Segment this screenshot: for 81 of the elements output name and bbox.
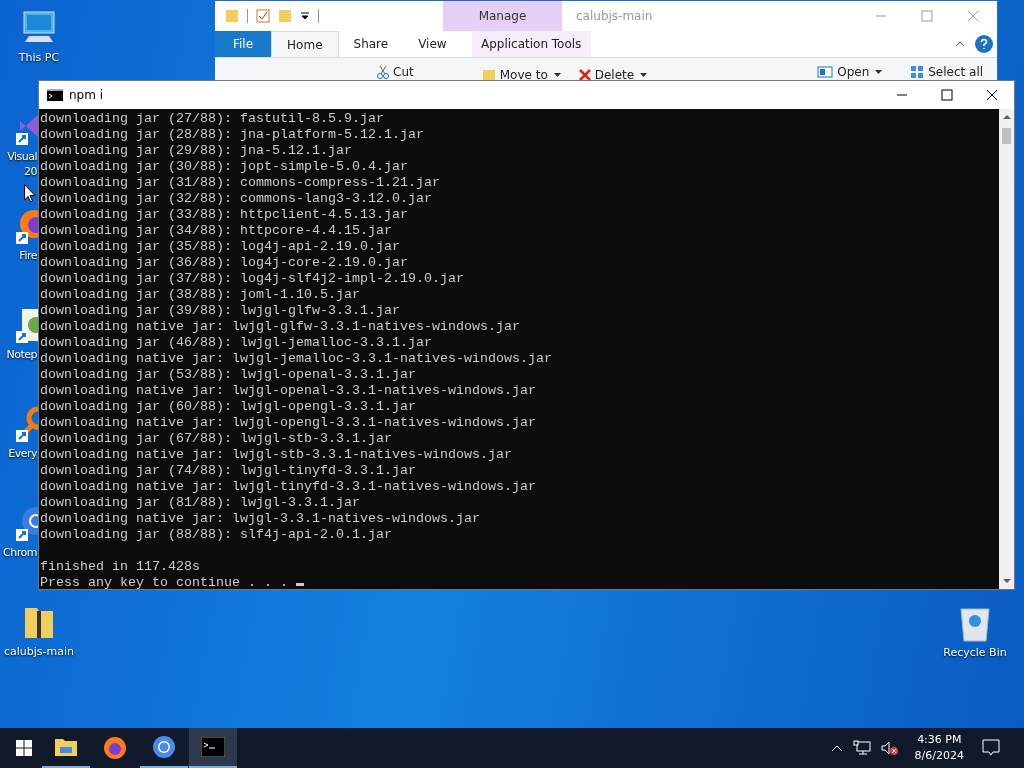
console-line: downloading jar (46/88): lwjgl-jemalloc-3.3.1.jar xyxy=(40,335,432,351)
console-line: downloading jar (38/88): joml-1.10.5.jar xyxy=(40,287,360,303)
console-line: downloading jar (88/88): slf4j-api-2.0.1.jar xyxy=(40,527,392,543)
chevron-up-icon[interactable] xyxy=(830,744,843,752)
text-cursor xyxy=(295,583,304,586)
console-line: Press any key to continue . . . xyxy=(40,575,304,591)
icon-label[interactable]: Recycle Bin xyxy=(943,645,1007,660)
maximize-icon[interactable] xyxy=(941,89,953,101)
ribbon-command[interactable]: Cut xyxy=(377,64,414,80)
close-icon[interactable] xyxy=(986,89,998,101)
start-icon[interactable] xyxy=(16,740,32,756)
ribbon-command[interactable]: Move to xyxy=(481,67,561,83)
console-line: downloading native jar: lwjgl-glfw-3.3.1-natives-windows.jar xyxy=(40,319,520,335)
icon-label[interactable]: Chrom xyxy=(0,545,37,560)
folder-icon xyxy=(225,9,239,23)
console-line: downloading native jar: lwjgl-opengl-3.3.1-natives-windows.jar xyxy=(40,415,536,431)
console-line: downloading jar (36/88): log4j-core-2.19.0.jar xyxy=(40,255,408,271)
icon-label[interactable]: Visual 20 xyxy=(0,149,37,179)
folder-icon xyxy=(481,69,496,81)
scroll-up-icon[interactable] xyxy=(1002,114,1011,120)
window-title: npm i xyxy=(69,88,104,102)
fox-globe-icon xyxy=(103,736,127,760)
scroll-down-icon[interactable] xyxy=(1002,578,1011,584)
ribbon-tab[interactable]: View xyxy=(403,31,462,57)
console-line: downloading jar (29/88): jna-5.12.1.jar xyxy=(40,143,352,159)
icon-label[interactable]: Every xyxy=(0,446,37,461)
dropdown-icon[interactable] xyxy=(300,11,310,21)
checkbox-icon[interactable] xyxy=(256,9,270,23)
console-line: downloading jar (27/88): fastutil-8.5.9.jar xyxy=(40,111,384,127)
console-line: downloading jar (53/88): lwjgl-openal-3.3.1.jar xyxy=(40,367,416,383)
ribbon-command[interactable]: Open xyxy=(817,64,883,80)
console-line: downloading native jar: lwjgl-openal-3.3.1-natives-windows.jar xyxy=(40,383,536,399)
scissors-icon xyxy=(377,65,389,79)
console-line: downloading jar (74/88): lwjgl-tinyfd-3.3.1.jar xyxy=(40,463,416,479)
mouse-pointer-icon xyxy=(24,184,36,203)
console-line: downloading jar (33/88): httpclient-4.5.13.jar xyxy=(40,207,408,223)
notification-icon[interactable] xyxy=(982,739,1000,757)
console-line: downloading native jar: lwjgl-jemalloc-3.3.1-natives-windows.jar xyxy=(40,351,552,367)
console-line: downloading jar (67/88): lwjgl-stb-3.3.1.jar xyxy=(40,431,392,447)
console-line: downloading native jar: lwjgl-tinyfd-3.3.1-natives-windows.jar xyxy=(40,479,536,495)
clock-date[interactable]: 8/6/2024 xyxy=(914,748,964,764)
ribbon-command[interactable]: Delete xyxy=(578,67,648,83)
window-title: calubjs-main xyxy=(576,9,653,23)
context-group-label: Manage xyxy=(443,1,562,31)
ribbon-tab[interactable]: File xyxy=(215,31,272,57)
browser-icon xyxy=(152,735,176,759)
delete-icon xyxy=(578,69,591,81)
console-line: downloading jar (39/88): lwjgl-glfw-3.3.1.jar xyxy=(40,303,400,319)
icon-label[interactable]: Notep xyxy=(0,347,37,362)
ribbon-tab[interactable]: Application Tools xyxy=(471,31,591,57)
network-icon[interactable] xyxy=(852,740,871,756)
console-line: downloading native jar: lwjgl-3.3.1-natives-windows.jar xyxy=(40,511,480,527)
console-line: downloading jar (31/88): commons-compress-1.21.jar xyxy=(40,175,440,191)
console-line: downloading jar (30/88): jopt-simple-5.0.4.jar xyxy=(40,159,408,175)
console-line: downloading jar (35/88): log4j-api-2.19.0.jar xyxy=(40,239,400,255)
scroll-thumb[interactable] xyxy=(1002,128,1011,144)
clock-time[interactable]: 4:36 PM xyxy=(917,732,962,748)
ribbon-tab[interactable]: Home xyxy=(271,31,339,57)
taskbar-button[interactable] xyxy=(189,728,237,768)
collapse-icon[interactable] xyxy=(955,40,965,48)
console-line: finished in 117.428s xyxy=(40,559,200,575)
window-icon xyxy=(817,66,834,78)
console-line: downloading native jar: lwjgl-stb-3.3.1-natives-windows.jar xyxy=(40,447,512,463)
console-line: downloading jar (60/88): lwjgl-opengl-3.3.1.jar xyxy=(40,399,416,415)
console-icon xyxy=(201,737,225,757)
console-line: downloading jar (32/88): commons-lang3-3.12.0.jar xyxy=(40,191,432,207)
console-icon xyxy=(47,89,63,101)
icon-label[interactable]: This PC xyxy=(18,50,60,65)
grid-icon xyxy=(910,65,925,79)
scrollbar[interactable] xyxy=(999,109,1014,589)
ribbon-tab[interactable]: Share xyxy=(338,31,404,57)
icon-label[interactable]: calubjs-main xyxy=(3,644,74,659)
console-line: downloading jar (37/88): log4j-slf4j2-impl-2.19.0.jar xyxy=(40,271,464,287)
console-line: downloading jar (81/88): lwjgl-3.3.1.jar xyxy=(40,495,360,511)
help-icon[interactable] xyxy=(975,35,993,53)
ribbon-command[interactable]: Select all xyxy=(910,64,984,80)
icon-label[interactable]: Fire xyxy=(0,248,37,263)
console-line: downloading jar (28/88): jna-platform-5.12.1.jar xyxy=(40,127,424,143)
console-line: downloading jar (34/88): httpcore-4.4.15.jar xyxy=(40,223,392,239)
folder-icon xyxy=(54,737,78,757)
speaker-muted-icon[interactable] xyxy=(880,740,899,756)
